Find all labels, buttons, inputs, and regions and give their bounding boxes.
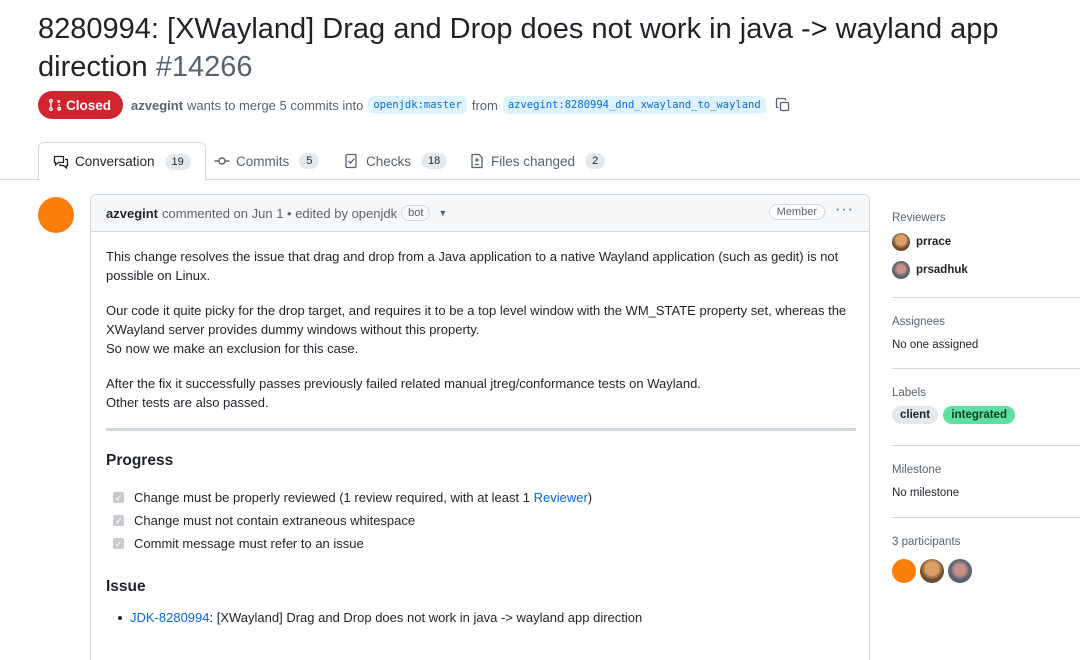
task-item: Commit message must refer to an issue bbox=[106, 532, 856, 555]
divider bbox=[892, 297, 1080, 298]
task-label: Change must be properly reviewed (1 revi… bbox=[134, 490, 534, 505]
task-item: Change must be properly reviewed (1 revi… bbox=[106, 486, 856, 509]
comment-paragraph: After the fix it successfully passes pre… bbox=[106, 374, 856, 412]
label-integrated[interactable]: integrated bbox=[943, 406, 1015, 424]
task-text: Change must be properly reviewed (1 revi… bbox=[134, 488, 592, 507]
tab-count: 2 bbox=[585, 153, 606, 169]
comment-header: azvegint commented on Jun 1 • edited by … bbox=[91, 195, 869, 232]
tab-label: Conversation bbox=[75, 154, 155, 169]
more-options-icon[interactable]: ··· bbox=[835, 201, 854, 219]
task-label: Commit message must refer to an issue bbox=[134, 536, 364, 551]
avatar[interactable] bbox=[920, 559, 944, 583]
tab-count: 19 bbox=[164, 153, 191, 170]
file-diff-icon bbox=[471, 153, 483, 169]
issue-item: JDK-8280994: [XWayland] Drag and Drop do… bbox=[118, 608, 856, 627]
copy-icon[interactable] bbox=[775, 97, 791, 113]
milestone-title[interactable]: Milestone bbox=[892, 464, 1080, 476]
reviewers-section: Reviewers prrace prsadhuk bbox=[892, 212, 1080, 280]
divider bbox=[892, 368, 1080, 369]
pr-author-link[interactable]: azvegint bbox=[131, 98, 183, 113]
comment-paragraph: This change resolves the issue that drag… bbox=[106, 249, 839, 283]
reviewer-item[interactable]: prrace bbox=[892, 232, 1080, 252]
participants-avatars bbox=[892, 559, 1080, 583]
issue-heading: Issue bbox=[106, 578, 146, 595]
labels-section: Labels client integrated bbox=[892, 387, 1080, 424]
bot-badge: bot bbox=[401, 205, 431, 221]
comment-meta: commented on Jun 1 • edited by openjdk bbox=[162, 205, 398, 221]
avatar[interactable] bbox=[948, 559, 972, 583]
comment-author[interactable]: azvegint bbox=[106, 206, 158, 221]
participants-title: 3 participants bbox=[892, 536, 961, 548]
milestone-section: Milestone No milestone bbox=[892, 464, 1080, 499]
paragraph-line: Our code it quite picky for the drop tar… bbox=[106, 303, 847, 337]
pr-tabs: Conversation 19 Commits 5 Checks 18 File… bbox=[0, 142, 1080, 181]
tab-label: Commits bbox=[236, 153, 290, 169]
assignees-section: Assignees No one assigned bbox=[892, 316, 1080, 351]
task-item: Change must not contain extraneous white… bbox=[106, 509, 856, 532]
task-label: Change must not contain extraneous white… bbox=[134, 513, 416, 528]
commit-icon bbox=[214, 157, 230, 165]
label-client[interactable]: client bbox=[892, 406, 939, 424]
checkbox bbox=[113, 512, 124, 531]
tab-checks[interactable]: Checks 18 bbox=[330, 142, 461, 180]
reviewer-name: prrace bbox=[916, 236, 952, 248]
status-badge: Closed bbox=[38, 91, 124, 119]
participants-section: 3 participants bbox=[892, 536, 1080, 583]
milestone-value: No milestone bbox=[892, 487, 960, 499]
tab-label: Checks bbox=[366, 153, 412, 169]
progress-heading: Progress bbox=[106, 452, 174, 469]
assignees-title[interactable]: Assignees bbox=[892, 316, 1080, 328]
checkbox bbox=[113, 489, 124, 508]
checklist-icon bbox=[345, 153, 357, 169]
divider bbox=[892, 445, 1080, 446]
base-branch[interactable]: openjdk:master bbox=[368, 96, 467, 114]
avatar bbox=[892, 261, 910, 279]
tab-count: 18 bbox=[421, 153, 448, 169]
tab-commits[interactable]: Commits 5 bbox=[200, 142, 333, 180]
labels-list: client integrated bbox=[892, 406, 1080, 424]
comment-body: This change resolves the issue that drag… bbox=[106, 247, 856, 627]
avatar bbox=[892, 233, 910, 251]
reviewer-link[interactable]: Reviewer bbox=[534, 490, 588, 505]
paragraph-line: Other tests are also passed. bbox=[106, 395, 269, 410]
reviewer-item[interactable]: prsadhuk bbox=[892, 260, 1080, 280]
issue-title: : [XWayland] Drag and Drop does not work… bbox=[209, 610, 643, 625]
pr-number: #14266 bbox=[155, 51, 253, 83]
status-label: Closed bbox=[66, 97, 112, 113]
tab-label: Files changed bbox=[491, 153, 576, 169]
task-suffix: ) bbox=[587, 490, 593, 505]
bullet-dot bbox=[118, 615, 122, 620]
pull-request-closed-icon bbox=[48, 98, 62, 112]
pr-title: 8280994: [XWayland] Drag and Drop does n… bbox=[38, 10, 1058, 86]
member-badge: Member bbox=[768, 204, 825, 220]
tab-conversation[interactable]: Conversation 19 bbox=[38, 142, 206, 181]
paragraph-line: After the fix it successfully passes pre… bbox=[106, 376, 701, 391]
pr-meta: Closed azvegint wants to merge 5 commits… bbox=[38, 91, 791, 119]
divider bbox=[892, 517, 1080, 518]
head-branch[interactable]: azvegint:8280994_dnd_xwayland_to_wayland bbox=[502, 96, 766, 114]
from-text: from bbox=[471, 97, 498, 113]
chevron-down-icon[interactable]: ▼ bbox=[438, 208, 447, 218]
comment-box: azvegint commented on Jun 1 • edited by … bbox=[90, 194, 870, 660]
author-avatar[interactable] bbox=[38, 197, 74, 233]
reviewers-title[interactable]: Reviewers bbox=[892, 212, 1080, 224]
conversation-icon bbox=[53, 155, 69, 169]
reviewer-name: prsadhuk bbox=[916, 264, 968, 276]
tab-count: 5 bbox=[299, 153, 320, 169]
avatar[interactable] bbox=[892, 559, 916, 583]
issue-link[interactable]: JDK-8280994 bbox=[130, 610, 210, 625]
merge-text: wants to merge 5 commits into bbox=[187, 97, 364, 113]
comment-paragraph: Our code it quite picky for the drop tar… bbox=[106, 301, 856, 358]
tab-files-changed[interactable]: Files changed 2 bbox=[455, 142, 619, 180]
paragraph-line: So now we make an exclusion for this cas… bbox=[106, 341, 359, 356]
checkbox bbox=[113, 535, 124, 554]
labels-title[interactable]: Labels bbox=[892, 387, 1080, 399]
issue-text: JDK-8280994: [XWayland] Drag and Drop do… bbox=[130, 608, 642, 627]
assignees-value: No one assigned bbox=[892, 339, 979, 351]
divider bbox=[106, 428, 856, 431]
